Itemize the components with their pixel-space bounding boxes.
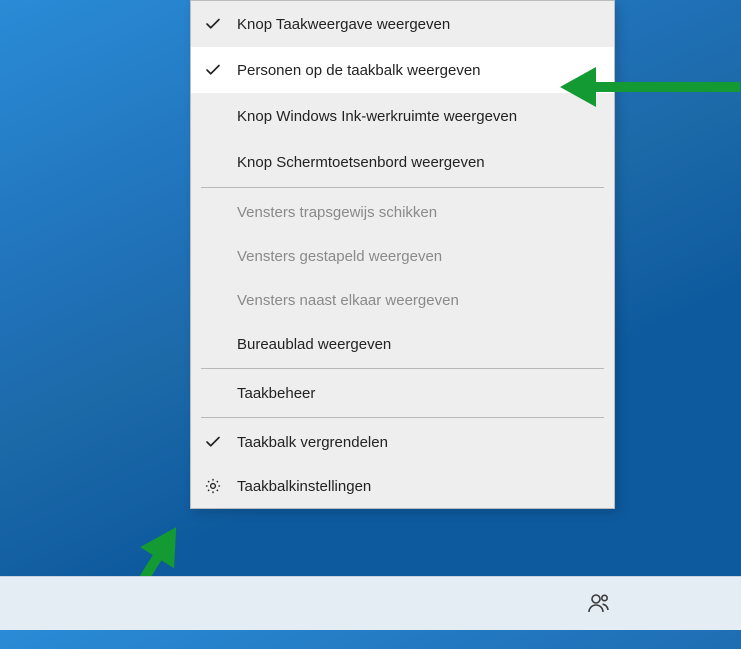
gear-icon (203, 476, 223, 496)
menu-separator (201, 187, 604, 188)
arrow-shaft (594, 82, 740, 92)
menu-item-ink-workspace-button[interactable]: Knop Windows Ink-werkruimte weergeven (191, 93, 614, 139)
menu-item-label: Knop Windows Ink-werkruimte weergeven (237, 108, 517, 125)
menu-item-label: Knop Schermtoetsenbord weergeven (237, 154, 485, 171)
menu-item-label: Taakbeheer (237, 385, 315, 402)
menu-item-side-by-side-windows: Vensters naast elkaar weergeven (191, 278, 614, 322)
check-icon (203, 60, 223, 80)
menu-item-label: Knop Taakweergave weergeven (237, 16, 450, 33)
menu-item-people-on-taskbar[interactable]: Personen op de taakbalk weergeven (191, 47, 614, 93)
check-icon (203, 14, 223, 34)
menu-item-show-desktop[interactable]: Bureaublad weergeven (191, 322, 614, 366)
taskbar-context-menu: Knop Taakweergave weergeven Personen op … (190, 0, 615, 509)
menu-item-label: Vensters gestapeld weergeven (237, 248, 442, 265)
menu-item-label: Vensters trapsgewijs schikken (237, 204, 437, 221)
people-icon (587, 591, 611, 615)
taskbar[interactable] (0, 576, 741, 630)
menu-item-label: Vensters naast elkaar weergeven (237, 292, 459, 309)
menu-separator (201, 417, 604, 418)
menu-item-stack-windows: Vensters gestapeld weergeven (191, 234, 614, 278)
menu-item-taskbar-settings[interactable]: Taakbalkinstellingen (191, 464, 614, 508)
menu-item-label: Taakbalk vergrendelen (237, 434, 388, 451)
menu-item-label: Bureaublad weergeven (237, 336, 391, 353)
menu-item-lock-taskbar[interactable]: Taakbalk vergrendelen (191, 420, 614, 464)
menu-item-label: Personen op de taakbalk weergeven (237, 62, 481, 79)
arrow-head-icon (560, 67, 596, 107)
menu-item-cascade-windows: Vensters trapsgewijs schikken (191, 190, 614, 234)
callout-arrow-right (560, 72, 740, 102)
menu-item-task-view-button[interactable]: Knop Taakweergave weergeven (191, 1, 614, 47)
menu-item-task-manager[interactable]: Taakbeheer (191, 371, 614, 415)
menu-separator (201, 368, 604, 369)
menu-item-label: Taakbalkinstellingen (237, 478, 371, 495)
taskbar-people-button[interactable] (579, 583, 619, 623)
menu-item-touch-keyboard-button[interactable]: Knop Schermtoetsenbord weergeven (191, 139, 614, 185)
check-icon (203, 432, 223, 452)
